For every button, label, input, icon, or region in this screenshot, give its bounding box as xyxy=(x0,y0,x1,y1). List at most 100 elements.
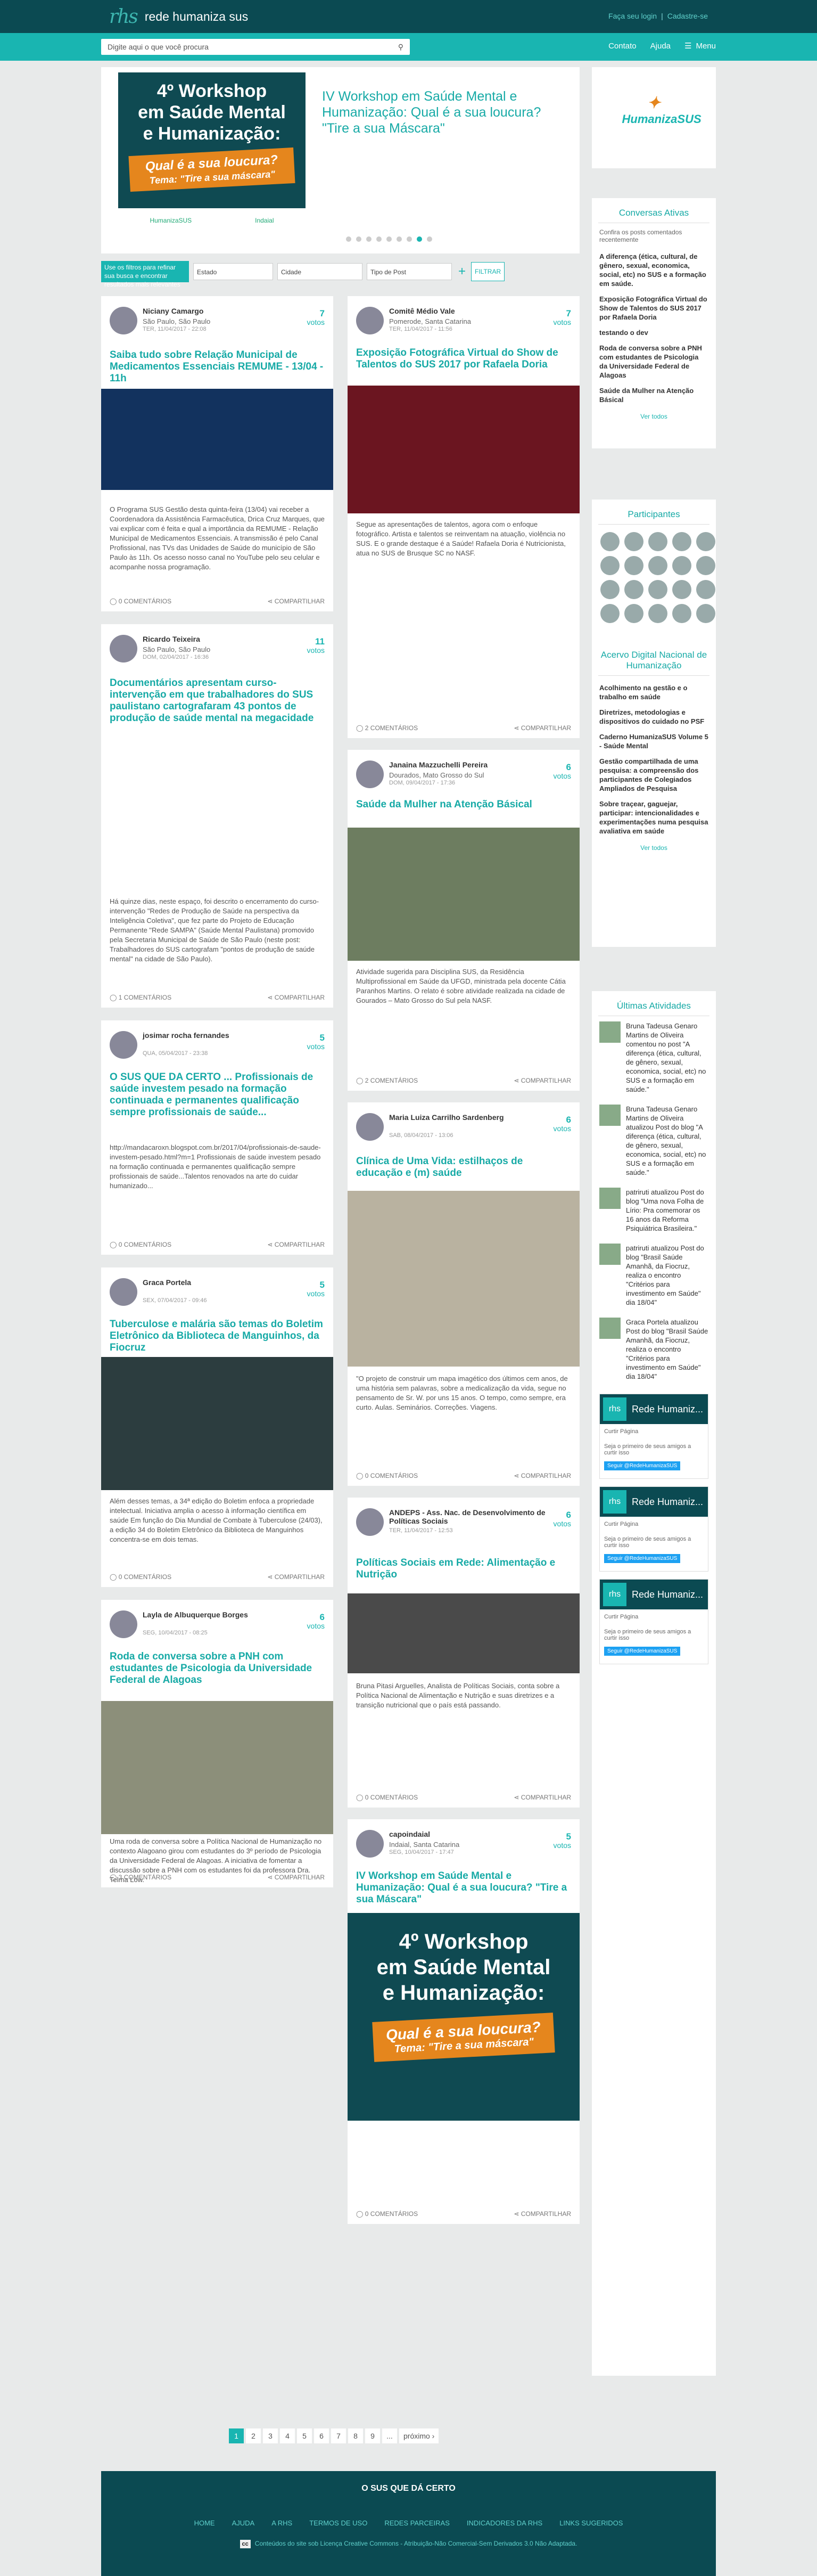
post-author[interactable]: capoindaial xyxy=(389,1830,430,1838)
participant-avatar[interactable] xyxy=(696,556,715,575)
page-link[interactable]: ... xyxy=(382,2428,397,2443)
acervo-item[interactable]: Sobre traçear, gaguejar, participar: int… xyxy=(592,796,716,839)
facebook-widget[interactable]: rhs Rede Humaniz... Curtir Página Seja o pr… xyxy=(599,1394,708,1479)
participant-avatar[interactable] xyxy=(624,604,643,623)
post-image[interactable] xyxy=(101,748,333,886)
vote-count[interactable]: 6 votos xyxy=(307,1613,325,1631)
conv-item[interactable]: Exposição Fotográfica Virtual do Show de… xyxy=(592,291,716,325)
page-link[interactable]: 9 xyxy=(365,2428,380,2443)
post-author[interactable]: Niciany Camargo xyxy=(143,307,203,315)
activity-item[interactable]: Graca Portela atualizou Post do blog "Br… xyxy=(592,1312,716,1386)
avatar[interactable] xyxy=(356,760,384,788)
post-title[interactable]: O SUS QUE DA CERTO ... Profissionais de … xyxy=(110,1072,325,1118)
participant-avatar[interactable] xyxy=(600,580,620,599)
fb-like-button[interactable]: Curtir Página xyxy=(600,1517,708,1532)
facebook-widget[interactable]: rhs Rede Humaniz... Curtir Página Seja o pr… xyxy=(599,1579,708,1664)
page-link[interactable]: 2 xyxy=(246,2428,261,2443)
slider-dot[interactable] xyxy=(366,236,372,242)
post-image[interactable] xyxy=(101,1701,333,1834)
share-button[interactable]: ⋖ COMPARTILHAR xyxy=(514,2210,571,2218)
page-link[interactable]: 4 xyxy=(280,2428,295,2443)
activity-avatar[interactable] xyxy=(599,1244,621,1265)
post-image[interactable] xyxy=(101,1357,333,1490)
nav-menu[interactable]: Menu xyxy=(696,42,716,51)
post-title[interactable]: Políticas Sociais em Rede: Alimentação e… xyxy=(356,1557,571,1581)
activity-avatar[interactable] xyxy=(599,1188,621,1209)
slider-dot[interactable] xyxy=(356,236,361,242)
post-author[interactable]: Comitê Médio Vale xyxy=(389,307,455,315)
conv-item[interactable]: Saúde da Mulher na Atenção Básical xyxy=(592,383,716,407)
share-button[interactable]: ⋖ COMPARTILHAR xyxy=(267,1241,325,1248)
comments-link[interactable]: ◯ 0 COMENTÁRIOS xyxy=(356,1472,418,1479)
comments-link[interactable]: ◯ 0 COMENTÁRIOS xyxy=(110,598,171,605)
post-card[interactable]: josimar rocha fernandes QUA, 05/04/2017 -… xyxy=(101,1020,333,1255)
nav-contato[interactable]: Contato xyxy=(608,42,637,51)
comments-link[interactable]: ◯ 2 COMENTÁRIOS xyxy=(356,724,418,732)
vote-count[interactable]: 5 votos xyxy=(307,1033,325,1051)
participant-avatar[interactable] xyxy=(672,604,691,623)
post-author[interactable]: josimar rocha fernandes xyxy=(143,1031,229,1040)
search-icon[interactable]: ⚲ xyxy=(398,43,403,52)
participant-avatar[interactable] xyxy=(696,604,715,623)
post-author[interactable]: ANDEPS - Ass. Nac. de Desenvolvimento de… xyxy=(389,1508,571,1525)
share-button[interactable]: ⋖ COMPARTILHAR xyxy=(267,1573,325,1581)
post-image[interactable]: 4º Workshop em Saúde Mental e Humanização:… xyxy=(348,1913,580,2121)
slider-dot[interactable] xyxy=(346,236,351,242)
avatar[interactable] xyxy=(356,1113,384,1141)
participant-avatar[interactable] xyxy=(624,580,643,599)
participant-avatar[interactable] xyxy=(624,532,643,551)
avatar[interactable] xyxy=(110,1610,137,1638)
share-button[interactable]: ⋖ COMPARTILHAR xyxy=(514,724,571,732)
post-image[interactable] xyxy=(101,389,333,490)
page-link[interactable]: 7 xyxy=(331,2428,346,2443)
post-card[interactable]: Maria Luiza Carrilho Sardenberg SAB, 08/0… xyxy=(348,1102,580,1486)
acervo-item[interactable]: Acolhimento na gestão e o trabalho em sa… xyxy=(592,680,716,705)
avatar[interactable] xyxy=(356,1508,384,1536)
search-input[interactable]: Digite aqui o que você procura ⚲ xyxy=(101,39,410,55)
vote-count[interactable]: 7 votos xyxy=(307,309,325,327)
license-text[interactable]: Conteúdos do site sob Licença Creative C… xyxy=(255,2540,577,2547)
ver-todos-link[interactable]: Ver todos xyxy=(592,839,716,857)
footer-link[interactable]: INDICADORES DA RHS xyxy=(467,2519,542,2527)
humanizasus-logo[interactable]: ✦ HumanizaSUS xyxy=(622,94,702,126)
page-link[interactable]: 8 xyxy=(348,2428,363,2443)
post-image[interactable] xyxy=(348,386,580,513)
share-button[interactable]: ⋖ COMPARTILHAR xyxy=(514,1472,571,1479)
post-title[interactable]: IV Workshop em Saúde Mental e Humanizaçã… xyxy=(356,1870,571,1906)
post-card[interactable]: capoindaial Indaial, Santa Catarina SEG, 1… xyxy=(348,1819,580,2224)
activity-avatar[interactable] xyxy=(599,1318,621,1339)
footer-link[interactable]: AJUDA xyxy=(232,2519,255,2527)
participant-avatar[interactable] xyxy=(600,556,620,575)
post-title[interactable]: Exposição Fotográfica Virtual do Show de… xyxy=(356,347,571,371)
participant-avatar[interactable] xyxy=(648,532,667,551)
participant-avatar[interactable] xyxy=(672,556,691,575)
vote-count[interactable]: 7 votos xyxy=(554,309,571,327)
post-card[interactable]: Janaina Mazzuchelli Pereira Dourados, Mat… xyxy=(348,750,580,1091)
vote-count[interactable]: 5 votos xyxy=(307,1280,325,1298)
post-card[interactable]: Layla de Albuquerque Borges SEG, 10/04/20… xyxy=(101,1600,333,1887)
activity-item[interactable]: patriruti atualizou Post do blog "Uma no… xyxy=(592,1182,716,1238)
post-card[interactable]: Niciany Camargo São Paulo, São Paulo TER, … xyxy=(101,296,333,611)
slider-dot[interactable] xyxy=(376,236,382,242)
comments-link[interactable]: ◯ 2 COMENTÁRIOS xyxy=(356,1077,418,1084)
acervo-item[interactable]: Caderno HumanizaSUS Volume 5 - Saúde Men… xyxy=(592,729,716,754)
participant-avatar[interactable] xyxy=(696,580,715,599)
participant-avatar[interactable] xyxy=(648,556,667,575)
conv-item[interactable]: testando o dev xyxy=(592,325,716,340)
footer-link[interactable]: TERMOS DE USO xyxy=(309,2519,367,2527)
footer-link[interactable]: REDES PARCEIRAS xyxy=(384,2519,450,2527)
add-filter-icon[interactable]: + xyxy=(458,264,466,279)
post-title[interactable]: Saiba tudo sobre Relação Municipal de Me… xyxy=(110,349,325,385)
comments-link[interactable]: ◯ 0 COMENTÁRIOS xyxy=(110,1241,171,1248)
footer-link[interactable]: HOME xyxy=(194,2519,215,2527)
register-link[interactable]: Cadastre-se xyxy=(667,12,708,20)
participant-avatar[interactable] xyxy=(672,532,691,551)
share-button[interactable]: ⋖ COMPARTILHAR xyxy=(267,1874,325,1881)
avatar[interactable] xyxy=(110,307,137,334)
post-image[interactable] xyxy=(348,828,580,961)
participant-avatar[interactable] xyxy=(600,532,620,551)
post-title[interactable]: Documentários apresentam curso-intervenç… xyxy=(110,677,325,724)
filter-button[interactable]: FILTRAR xyxy=(471,262,505,281)
avatar[interactable] xyxy=(110,1031,137,1059)
post-title[interactable]: Saúde da Mulher na Atenção Básical xyxy=(356,799,571,811)
